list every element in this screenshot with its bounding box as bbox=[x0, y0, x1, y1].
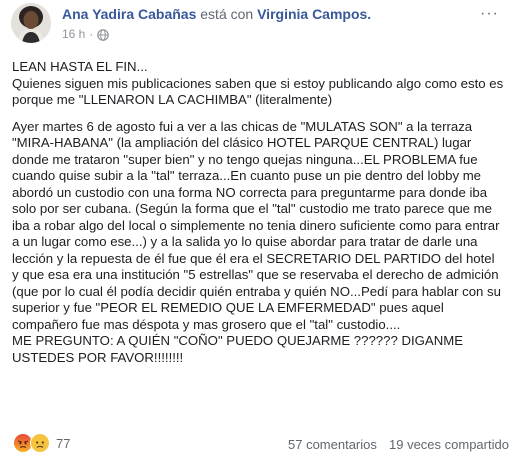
post-text-line: ME PREGUNTO: A QUIÉN "COÑO" PUEDO QUEJAR… bbox=[12, 333, 464, 365]
post-header: Ana Yadira Cabañas está con Virginia Cam… bbox=[0, 0, 513, 50]
post-footer: 77 57 comentarios 19 veces compartido bbox=[0, 430, 513, 456]
post-meta: 16 h · bbox=[62, 27, 110, 42]
author-name[interactable]: Ana Yadira Cabañas bbox=[62, 6, 196, 22]
sad-reaction-icon bbox=[30, 433, 50, 453]
with-text: está con bbox=[200, 6, 254, 22]
post-text-line: Quienes siguen mis publicaciones saben q… bbox=[12, 75, 504, 108]
meta-separator: · bbox=[89, 27, 94, 41]
shares-count-link[interactable]: 19 veces compartido bbox=[389, 437, 509, 452]
avatar[interactable] bbox=[11, 3, 51, 43]
reaction-count[interactable]: 77 bbox=[56, 436, 70, 451]
paragraph-spacer bbox=[12, 109, 504, 119]
reactions-summary[interactable]: 77 bbox=[13, 433, 70, 453]
globe-icon[interactable] bbox=[97, 28, 110, 41]
tagged-person[interactable]: Virginia Campos. bbox=[257, 6, 371, 22]
post-time[interactable]: 16 h bbox=[62, 27, 85, 42]
avatar-image bbox=[11, 3, 51, 43]
comments-count-link[interactable]: 57 comentarios bbox=[288, 437, 377, 452]
post-text-line: Ayer martes 6 de agosto fui a ver a las … bbox=[12, 118, 501, 332]
facebook-post: Ana Yadira Cabañas está con Virginia Cam… bbox=[0, 0, 513, 461]
post-body: LEAN HASTA EL FIN... Quienes siguen mis … bbox=[12, 59, 504, 366]
post-text-line: LEAN HASTA EL FIN... bbox=[12, 59, 148, 74]
more-options-icon[interactable]: ··· bbox=[480, 6, 499, 22]
post-title-line: Ana Yadira Cabañas está con Virginia Cam… bbox=[62, 6, 371, 23]
